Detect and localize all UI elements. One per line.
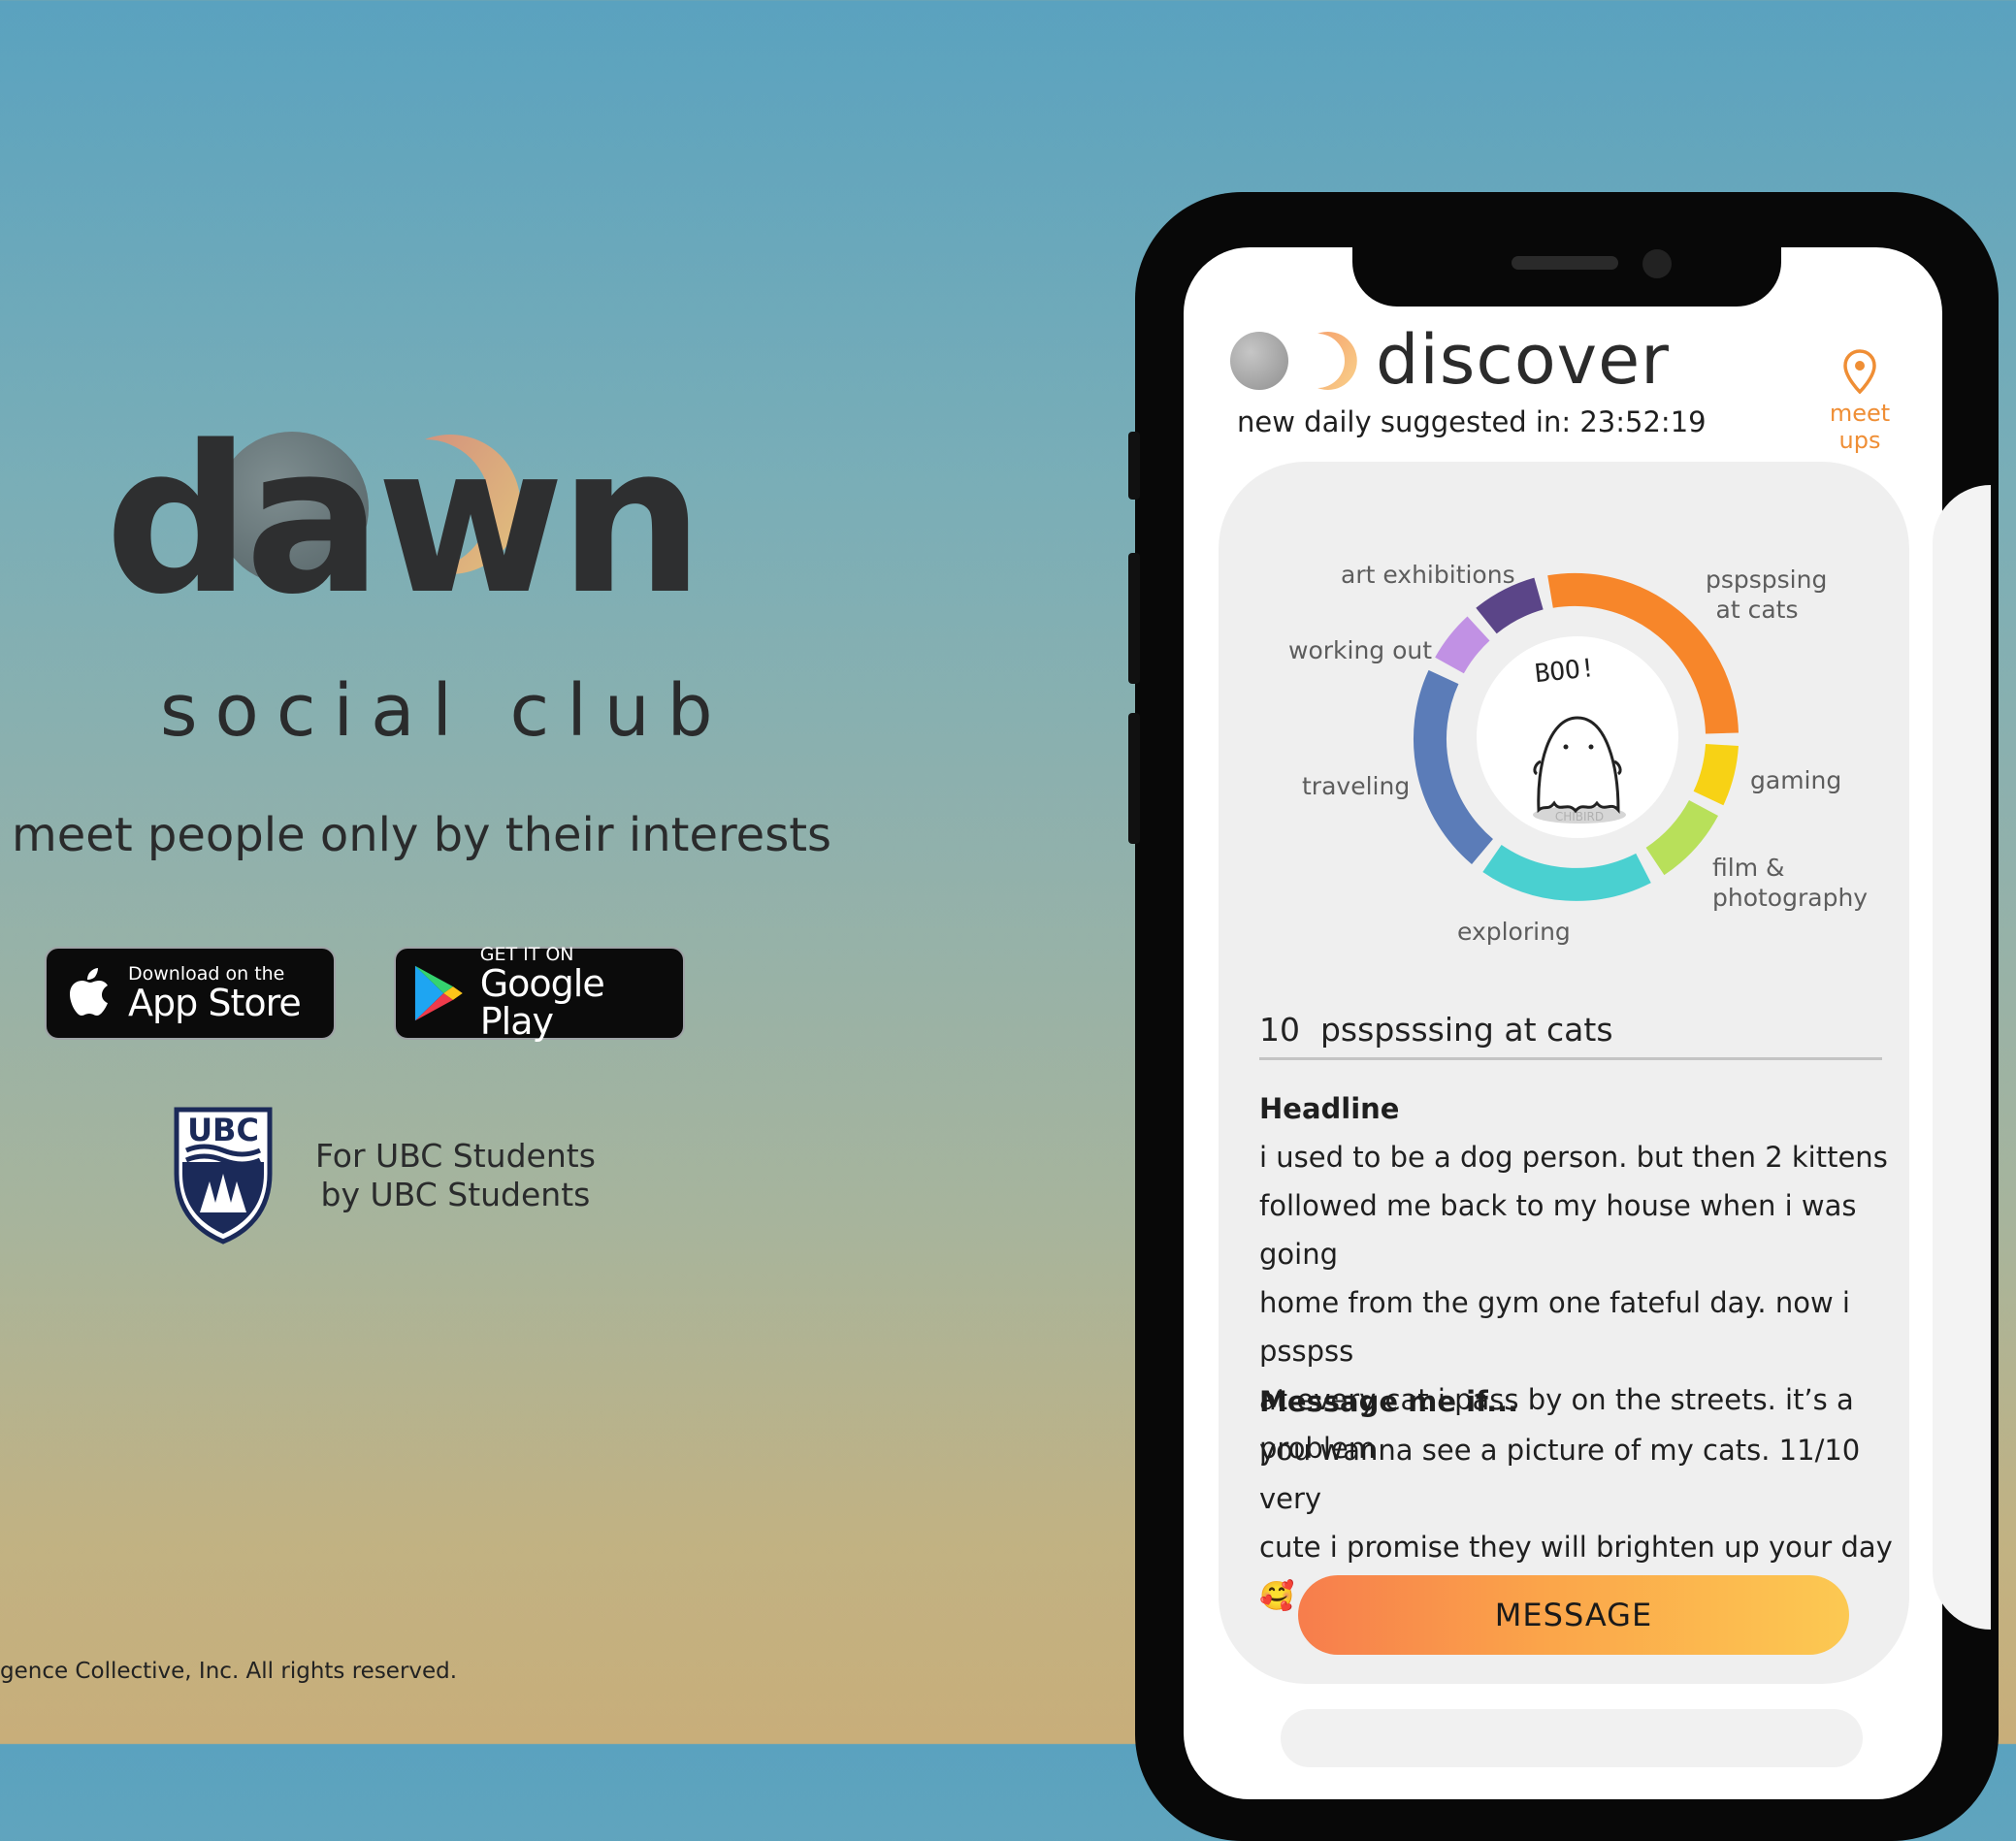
card-below-peek bbox=[1281, 1709, 1863, 1767]
ubc-statement: For UBC Students by UBC Students bbox=[315, 1137, 596, 1214]
interest-label-pspspsing[interactable]: pspspsing at cats bbox=[1706, 565, 1827, 625]
ring-segment-film bbox=[1645, 799, 1718, 876]
google-play-icon bbox=[414, 965, 463, 1021]
page-title: discover bbox=[1376, 320, 1670, 400]
message-me-label: Message me if... bbox=[1259, 1385, 1519, 1418]
app-store-button[interactable]: Download on the App Store bbox=[45, 947, 336, 1040]
interest-ring: BOO! CHIBIRD bbox=[1414, 572, 1739, 901]
ubc-line-1: For UBC Students bbox=[315, 1137, 596, 1175]
phone-volume-up bbox=[1128, 553, 1140, 684]
ubc-crest-text: UBC bbox=[187, 1112, 259, 1148]
title-divider bbox=[1259, 1057, 1882, 1060]
copyright-text: gence Collective, Inc. All rights reserv… bbox=[0, 1659, 458, 1684]
headline-label: Headline bbox=[1259, 1092, 1400, 1125]
meetups-label: meet ups bbox=[1829, 400, 1891, 454]
message-button[interactable]: MESSAGE bbox=[1298, 1575, 1849, 1655]
phone-notch bbox=[1352, 239, 1781, 307]
meetups-button[interactable]: meet ups bbox=[1806, 349, 1913, 454]
interest-match-title: 10 psspsssing at cats bbox=[1259, 1011, 1613, 1049]
interest-label-art[interactable]: art exhibitions bbox=[1341, 560, 1515, 590]
phone-camera bbox=[1642, 249, 1672, 278]
location-pin-icon bbox=[1843, 349, 1876, 394]
brand-subtitle: social club bbox=[160, 669, 731, 753]
match-interest: psspsssing at cats bbox=[1319, 1011, 1613, 1049]
phone-mute-switch bbox=[1128, 432, 1140, 500]
ring-segment-gaming bbox=[1693, 743, 1739, 806]
headline-line: followed me back to my house when i was … bbox=[1259, 1189, 1857, 1271]
suggested-countdown: new daily suggested in: 23:52:19 bbox=[1237, 405, 1707, 438]
google-play-label: Google Play bbox=[479, 961, 605, 1044]
header-crescent-icon bbox=[1317, 332, 1357, 390]
headline-line: i used to be a dog person. but then 2 ki… bbox=[1259, 1141, 1888, 1174]
message-line: you wanna see a picture of my cats. 11/1… bbox=[1259, 1434, 1861, 1515]
app-store-label: App Store bbox=[128, 981, 302, 1024]
ring-segment-traveling bbox=[1414, 669, 1494, 864]
tagline: meet people only by their interests bbox=[12, 808, 832, 862]
interest-label-traveling[interactable]: traveling bbox=[1302, 771, 1410, 801]
headline-line: home from the gym one fateful day. now i… bbox=[1259, 1286, 1850, 1368]
logo-wordmark: dawn bbox=[105, 402, 704, 639]
interest-label-exploring[interactable]: exploring bbox=[1457, 917, 1571, 947]
interest-label-gaming[interactable]: gaming bbox=[1750, 765, 1841, 795]
ring-segment-art bbox=[1476, 577, 1545, 634]
apple-icon bbox=[70, 968, 108, 1016]
phone-speaker bbox=[1512, 256, 1618, 270]
match-count: 10 bbox=[1259, 1011, 1300, 1049]
interest-label-film[interactable]: film & photography bbox=[1712, 853, 1868, 913]
interest-label-working-out[interactable]: working out bbox=[1288, 635, 1432, 665]
ubc-line-2: by UBC Students bbox=[320, 1176, 591, 1213]
ring-segment-working-out bbox=[1435, 616, 1490, 674]
ring-segment-exploring bbox=[1482, 844, 1651, 901]
ghost-caption: CHIBIRD bbox=[1555, 810, 1604, 824]
google-play-button[interactable]: GET IT ON Google Play bbox=[394, 944, 685, 1044]
ubc-crest-icon: UBC bbox=[174, 1107, 273, 1244]
phone-volume-down bbox=[1128, 713, 1140, 844]
next-card-peek[interactable] bbox=[1933, 485, 1991, 1630]
header-logo-circle bbox=[1230, 332, 1288, 390]
